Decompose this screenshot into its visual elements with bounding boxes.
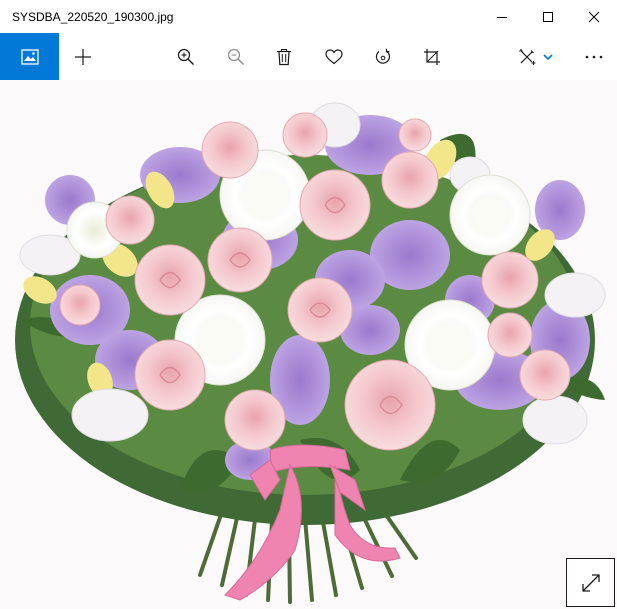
window-title: SYSDBA_220520_190300.jpg <box>12 10 174 24</box>
fullscreen-button[interactable] <box>566 558 615 607</box>
chevron-down-icon <box>543 53 553 60</box>
more-ellipsis-icon <box>585 55 603 58</box>
rotate-button[interactable] <box>361 33 405 80</box>
zoom-out-icon <box>227 48 244 65</box>
toolbar <box>0 33 617 80</box>
minimize-button[interactable] <box>479 0 525 33</box>
maximize-icon <box>543 11 553 22</box>
crop-button[interactable] <box>410 33 454 80</box>
heart-icon <box>325 48 343 64</box>
flower-bouquet-image <box>15 102 606 604</box>
close-button[interactable] <box>571 0 617 33</box>
photo-gallery-icon <box>20 48 39 65</box>
minimize-icon <box>497 16 507 18</box>
see-all-photos-button[interactable] <box>0 33 59 80</box>
title-bar: SYSDBA_220520_190300.jpg <box>0 0 617 33</box>
favorite-button[interactable] <box>312 33 356 80</box>
zoom-out-button[interactable] <box>214 33 258 80</box>
edit-create-icon <box>519 48 536 65</box>
rotate-icon <box>375 48 391 64</box>
edit-and-create-button[interactable] <box>508 33 564 80</box>
image-viewer[interactable] <box>0 80 617 609</box>
photos-app-window: SYSDBA_220520_190300.jpg <box>0 0 617 609</box>
see-more-button[interactable] <box>572 33 616 80</box>
delete-button[interactable] <box>262 33 306 80</box>
expand-diagonal-icon <box>581 573 600 592</box>
trash-icon <box>277 48 291 65</box>
maximize-button[interactable] <box>525 0 571 33</box>
zoom-in-icon <box>177 48 194 65</box>
add-to-button[interactable] <box>61 33 105 80</box>
plus-icon <box>75 48 91 65</box>
close-icon <box>588 11 600 22</box>
zoom-in-button[interactable] <box>164 33 208 80</box>
crop-icon <box>424 48 440 65</box>
